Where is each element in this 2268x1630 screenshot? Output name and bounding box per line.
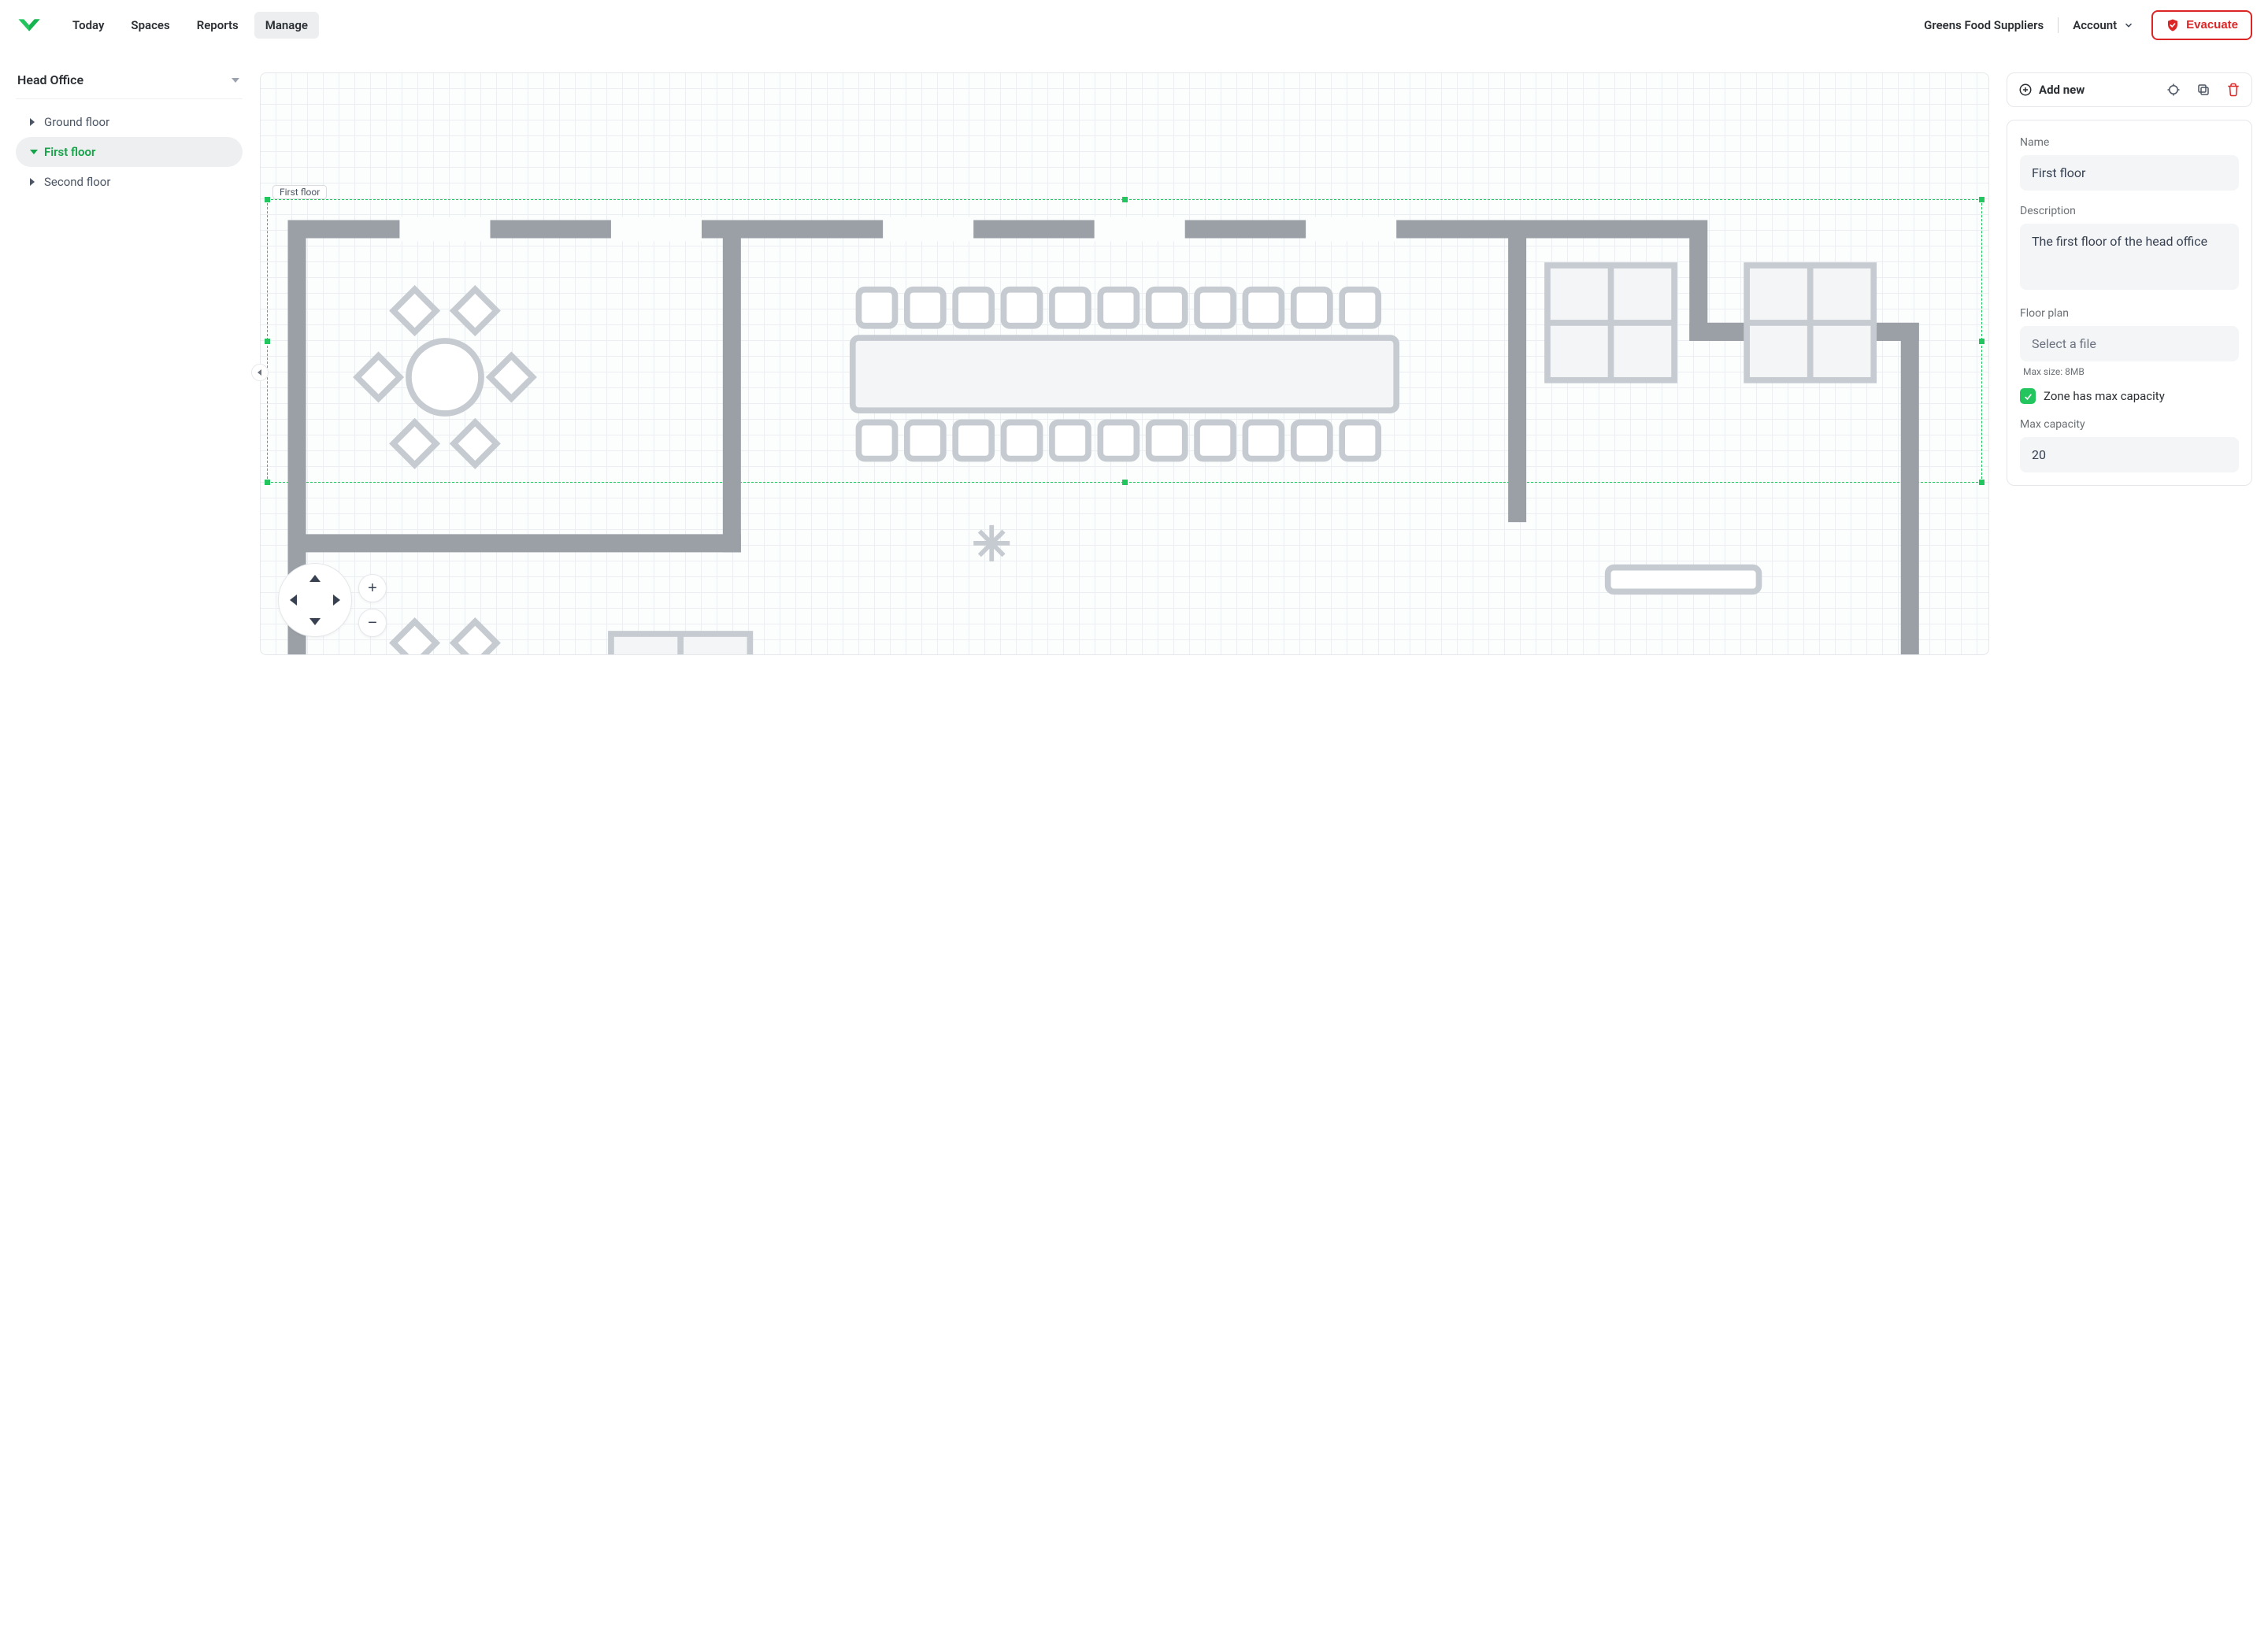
zone-label: First floor bbox=[272, 185, 327, 199]
nav-link-today[interactable]: Today bbox=[61, 12, 115, 39]
tree-item-ground-floor[interactable]: Ground floor bbox=[16, 107, 243, 137]
vertical-divider bbox=[2058, 17, 2059, 33]
resize-handle[interactable] bbox=[265, 480, 270, 485]
brand-logo bbox=[16, 15, 43, 35]
add-new-button[interactable]: Add new bbox=[2018, 83, 2085, 97]
panel-toolbar: Add new bbox=[2007, 72, 2252, 107]
name-label: Name bbox=[2020, 136, 2239, 149]
description-label: Description bbox=[2020, 205, 2239, 217]
target-icon[interactable] bbox=[2166, 83, 2181, 97]
caret-down-icon bbox=[30, 150, 38, 154]
pan-control bbox=[278, 563, 352, 637]
zoom-control: + − bbox=[358, 574, 387, 637]
add-new-label: Add new bbox=[2039, 83, 2085, 97]
canvas-wrap: First floor bbox=[260, 72, 1989, 655]
resize-handle[interactable] bbox=[265, 197, 270, 202]
description-input[interactable] bbox=[2020, 224, 2239, 290]
properties-panel: Add new Name Description Floor plan Sele… bbox=[2007, 72, 2252, 486]
location-label: Head Office bbox=[17, 72, 83, 87]
resize-handle[interactable] bbox=[1979, 197, 1984, 202]
chevron-down-icon bbox=[232, 78, 239, 83]
resize-handle[interactable] bbox=[1122, 197, 1128, 202]
pan-left-button[interactable] bbox=[290, 595, 297, 606]
max-cap-toggle[interactable]: Zone has max capacity bbox=[2020, 388, 2239, 404]
tree-item-label: Second floor bbox=[44, 175, 110, 189]
resize-handle[interactable] bbox=[265, 339, 270, 344]
panel-form: Name Description Floor plan Select a fil… bbox=[2007, 120, 2252, 486]
chevron-down-icon bbox=[2123, 20, 2134, 31]
trash-icon[interactable] bbox=[2226, 83, 2240, 97]
plus-circle-icon bbox=[2018, 83, 2033, 97]
floor-plan-image bbox=[279, 211, 1970, 655]
nav-link-reports[interactable]: Reports bbox=[186, 12, 250, 39]
tree-item-second-floor[interactable]: Second floor bbox=[16, 167, 243, 197]
tree-item-label: First floor bbox=[44, 145, 95, 159]
tree-item-first-floor[interactable]: First floor bbox=[16, 137, 243, 167]
floorplan-file-input[interactable]: Select a file bbox=[2020, 326, 2239, 361]
account-menu[interactable]: Account bbox=[2073, 18, 2134, 32]
nav-link-spaces[interactable]: Spaces bbox=[120, 12, 180, 39]
pan-down-button[interactable] bbox=[309, 618, 321, 625]
zoom-out-button[interactable]: − bbox=[358, 609, 387, 637]
checkbox-checked-icon bbox=[2020, 388, 2036, 404]
top-nav: Today Spaces Reports Manage Greens Food … bbox=[0, 0, 2268, 50]
collapse-sidebar-handle[interactable] bbox=[251, 364, 269, 381]
floorplan-canvas[interactable]: First floor bbox=[260, 72, 1989, 655]
floorplan-label: Floor plan bbox=[2020, 307, 2239, 320]
max-cap-label: Max capacity bbox=[2020, 418, 2239, 431]
evacuate-button[interactable]: Evacuate bbox=[2151, 10, 2252, 40]
max-cap-toggle-label: Zone has max capacity bbox=[2044, 389, 2165, 403]
account-label: Account bbox=[2073, 18, 2117, 32]
caret-right-icon bbox=[30, 118, 35, 126]
tree-item-label: Ground floor bbox=[44, 115, 109, 129]
resize-handle[interactable] bbox=[1979, 339, 1984, 344]
nav-links: Today Spaces Reports Manage bbox=[61, 12, 319, 39]
sidebar: Head Office Ground floor First floor Sec… bbox=[16, 72, 243, 197]
zoom-in-button[interactable]: + bbox=[358, 574, 387, 602]
pan-right-button[interactable] bbox=[333, 595, 340, 606]
floor-tree: Ground floor First floor Second floor bbox=[16, 107, 243, 197]
caret-right-icon bbox=[30, 178, 35, 186]
org-name[interactable]: Greens Food Suppliers bbox=[1924, 18, 2044, 32]
zone-selection[interactable]: First floor bbox=[267, 199, 1982, 483]
max-cap-input[interactable] bbox=[2020, 437, 2239, 472]
evacuate-label: Evacuate bbox=[2186, 18, 2238, 31]
copy-icon[interactable] bbox=[2196, 83, 2211, 97]
name-input[interactable] bbox=[2020, 155, 2239, 191]
location-select[interactable]: Head Office bbox=[16, 72, 243, 99]
shield-check-icon bbox=[2166, 18, 2180, 32]
floorplan-hint: Max size: 8MB bbox=[2023, 366, 2236, 377]
nav-link-manage[interactable]: Manage bbox=[254, 12, 319, 39]
pan-up-button[interactable] bbox=[309, 575, 321, 582]
resize-handle[interactable] bbox=[1979, 480, 1984, 485]
